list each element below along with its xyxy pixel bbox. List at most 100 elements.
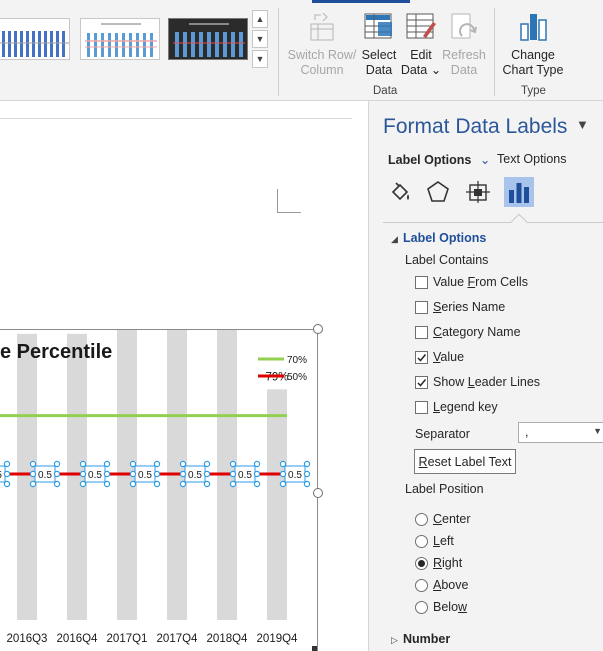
label-selection-handle[interactable] xyxy=(279,470,287,478)
chart-style-thumb-3[interactable] xyxy=(168,18,248,60)
radio-row-1[interactable]: Left xyxy=(415,533,454,549)
effects-icon[interactable] xyxy=(423,177,453,207)
label-options-icon[interactable] xyxy=(504,177,534,207)
checkbox-row-0[interactable]: Value From Cells xyxy=(415,274,528,290)
section-number[interactable]: ▷ Number xyxy=(391,632,450,646)
label-selection-handle[interactable] xyxy=(3,460,11,468)
label-selection-handle[interactable] xyxy=(253,480,261,488)
label-selection-handle[interactable] xyxy=(79,460,87,468)
chart-bar[interactable] xyxy=(267,389,287,620)
radio-button[interactable] xyxy=(415,600,428,614)
label-selection-handle[interactable] xyxy=(53,470,61,478)
label-selection-handle[interactable] xyxy=(303,470,311,478)
label-selection-handle[interactable] xyxy=(153,470,161,478)
checkbox[interactable] xyxy=(415,300,428,314)
checkbox[interactable] xyxy=(415,350,428,364)
collapse-triangle-icon: ▷ xyxy=(391,635,398,645)
label-selection-handle[interactable] xyxy=(29,470,37,478)
label-selection-handle[interactable] xyxy=(103,470,111,478)
checkbox[interactable] xyxy=(415,375,428,389)
label-selection-handle[interactable] xyxy=(279,460,287,468)
change-chart-type-button[interactable]: Change Chart Type xyxy=(500,8,566,78)
radio-button[interactable] xyxy=(415,556,428,570)
checkbox-row-3[interactable]: Value xyxy=(415,349,464,365)
chart-style-thumb-2[interactable] xyxy=(80,18,160,60)
chart-plot[interactable]: 98%2016Q398%2016Q4100%2017Q1100%2017Q410… xyxy=(0,330,318,651)
label-selection-handle[interactable] xyxy=(79,480,87,488)
switch-row-column-button[interactable]: Switch Row/ Column xyxy=(286,8,358,78)
checkbox-label: Category Name xyxy=(433,325,521,339)
line-data-label[interactable]: 0.5 xyxy=(88,470,102,481)
label-selection-handle[interactable] xyxy=(203,480,211,488)
select-data-button[interactable]: Select Data xyxy=(358,8,400,78)
refresh-data-button[interactable]: Refresh Data xyxy=(442,8,486,78)
edit-data-button[interactable]: Edit Data ⌄ xyxy=(400,8,442,78)
radio-row-2[interactable]: Right xyxy=(415,555,462,571)
chart-area[interactable]: 98%2016Q398%2016Q4100%2017Q1100%2017Q410… xyxy=(0,329,318,651)
checkbox-row-5[interactable]: Legend key xyxy=(415,399,498,415)
label-selection-handle[interactable] xyxy=(153,460,161,468)
chart-resize-handle-right[interactable] xyxy=(313,488,323,498)
radio-button[interactable] xyxy=(415,512,428,526)
radio-row-4[interactable]: Below xyxy=(415,599,467,615)
gallery-up-button[interactable]: ▲ xyxy=(252,10,268,28)
label-selection-handle[interactable] xyxy=(229,480,237,488)
gallery-more-button[interactable]: ▼ xyxy=(252,50,268,68)
label-selection-handle[interactable] xyxy=(103,460,111,468)
radio-row-3[interactable]: Above xyxy=(415,577,468,593)
radio-button[interactable] xyxy=(415,534,428,548)
tab-text-options[interactable]: Text Options xyxy=(497,152,566,166)
section-label-options[interactable]: ◢ Label Options xyxy=(391,231,486,245)
label-selection-handle[interactable] xyxy=(303,460,311,468)
label-selection-handle[interactable] xyxy=(229,460,237,468)
checkbox[interactable] xyxy=(415,325,428,339)
label-selection-handle[interactable] xyxy=(179,460,187,468)
line-data-label[interactable]: 0.5 xyxy=(38,470,52,481)
label-selection-handle[interactable] xyxy=(53,460,61,468)
checkbox[interactable] xyxy=(415,275,428,289)
line-data-label[interactable]: 0.5 xyxy=(188,470,202,481)
label-selection-handle[interactable] xyxy=(103,480,111,488)
separator-select[interactable]: , ▼ xyxy=(518,422,603,443)
label-selection-handle[interactable] xyxy=(203,460,211,468)
label-selection-handle[interactable] xyxy=(179,470,187,478)
reset-label-text-button[interactable]: Reset Label Text xyxy=(414,449,516,474)
label-selection-handle[interactable] xyxy=(179,480,187,488)
label-selection-handle[interactable] xyxy=(253,470,261,478)
checkbox-row-4[interactable]: Show Leader Lines xyxy=(415,374,540,390)
ribbon-divider xyxy=(278,8,279,96)
label-selection-handle[interactable] xyxy=(129,480,137,488)
label-selection-handle[interactable] xyxy=(253,460,261,468)
chart-resize-handle-top-right[interactable] xyxy=(313,324,323,334)
label-selection-handle[interactable] xyxy=(229,470,237,478)
label-selection-handle[interactable] xyxy=(29,460,37,468)
label-selection-handle[interactable] xyxy=(129,470,137,478)
line-data-label[interactable]: 0.5 xyxy=(238,470,252,481)
gallery-down-button[interactable]: ▼ xyxy=(252,30,268,48)
section-number-text: Number xyxy=(403,632,451,646)
size-properties-icon[interactable] xyxy=(463,177,493,207)
label-selection-handle[interactable] xyxy=(203,470,211,478)
ribbon-divider xyxy=(494,8,495,96)
pane-options-caret-icon[interactable]: ▼ xyxy=(576,117,589,132)
label-selection-handle[interactable] xyxy=(3,480,11,488)
label-selection-handle[interactable] xyxy=(129,460,137,468)
checkbox[interactable] xyxy=(415,400,428,414)
label-selection-handle[interactable] xyxy=(303,480,311,488)
tab-label-options[interactable]: Label Options ⌄ xyxy=(388,152,490,167)
radio-button[interactable] xyxy=(415,578,428,592)
line-data-label[interactable]: 0.5 xyxy=(138,470,152,481)
fill-line-icon[interactable] xyxy=(385,177,415,207)
checkbox-row-1[interactable]: Series Name xyxy=(415,299,505,315)
chart-title[interactable]: e Percentile xyxy=(0,341,112,364)
label-selection-handle[interactable] xyxy=(79,470,87,478)
chart-style-thumb-1[interactable] xyxy=(0,18,70,60)
label-selection-handle[interactable] xyxy=(53,480,61,488)
label-selection-handle[interactable] xyxy=(279,480,287,488)
label-selection-handle[interactable] xyxy=(3,470,11,478)
label-selection-handle[interactable] xyxy=(153,480,161,488)
radio-row-0[interactable]: Center xyxy=(415,511,471,527)
checkbox-row-2[interactable]: Category Name xyxy=(415,324,521,340)
label-selection-handle[interactable] xyxy=(29,480,37,488)
line-data-label[interactable]: 0.5 xyxy=(288,470,302,481)
